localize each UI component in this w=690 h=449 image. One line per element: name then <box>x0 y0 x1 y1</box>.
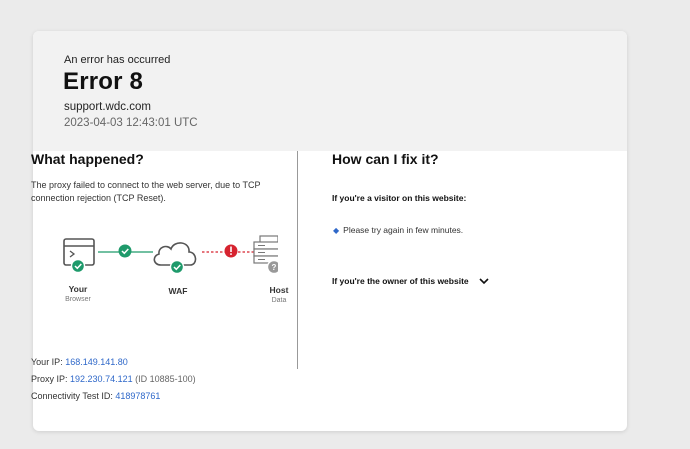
column-divider <box>297 151 298 369</box>
server-icon <box>253 235 281 264</box>
your-ip-row: Your IP: 168.149.141.80 <box>31 357 128 367</box>
visitor-tip-text: Please try again in few minutes. <box>343 225 464 235</box>
connection-diagram-svg: ? <box>63 235 282 275</box>
waf-status-check-icon <box>169 259 185 275</box>
error-header: An error has occurred Error 8 support.wd… <box>33 31 627 151</box>
proxy-id: (ID 10885-100) <box>135 374 196 384</box>
error-host: support.wdc.com <box>64 101 151 113</box>
node-label-browser: Your <box>68 284 88 294</box>
chevron-down-icon <box>479 277 489 287</box>
proxy-ip-value[interactable]: 192.230.74.121 <box>70 374 133 384</box>
visitor-tip: ◆ Please try again in few minutes. <box>333 225 463 235</box>
your-ip-value[interactable]: 168.149.141.80 <box>65 357 128 367</box>
owner-heading: If you're the owner of this website <box>332 276 469 286</box>
error-timestamp: 2023-04-03 12:43:01 UTC <box>64 117 198 129</box>
visitor-heading: If you're a visitor on this website: <box>332 193 467 203</box>
error-subtitle: An error has occurred <box>64 54 171 66</box>
what-happened-title: What happened? <box>31 151 144 167</box>
link-waf-host <box>202 244 256 258</box>
svg-text:?: ? <box>272 263 277 272</box>
proxy-ip-row: Proxy IP: 192.230.74.121 (ID 10885-100) <box>31 374 196 384</box>
owner-section-toggle[interactable]: If you're the owner of this website <box>332 276 489 287</box>
node-sublabel-browser: Browser <box>65 296 91 303</box>
your-ip-label: Your IP: <box>31 357 63 367</box>
connectivity-test-value[interactable]: 418978761 <box>115 391 160 401</box>
browser-status-check-icon <box>70 258 86 274</box>
proxy-ip-label: Proxy IP: <box>31 374 68 384</box>
link-browser-waf <box>98 244 153 258</box>
what-happened-description: The proxy failed to connect to the web s… <box>31 180 261 203</box>
bullet-diamond-icon: ◆ <box>333 226 340 235</box>
node-label-waf: WAF <box>168 286 188 296</box>
connection-diagram: ? Your Browser WAF Host Data <box>28 225 288 335</box>
how-to-fix-title: How can I fix it? <box>332 151 439 167</box>
host-status-unknown-icon: ? <box>266 259 282 275</box>
connectivity-test-label: Connectivity Test ID: <box>31 391 113 401</box>
error-title: Error 8 <box>63 68 144 95</box>
connectivity-test-row: Connectivity Test ID: 418978761 <box>31 391 160 401</box>
